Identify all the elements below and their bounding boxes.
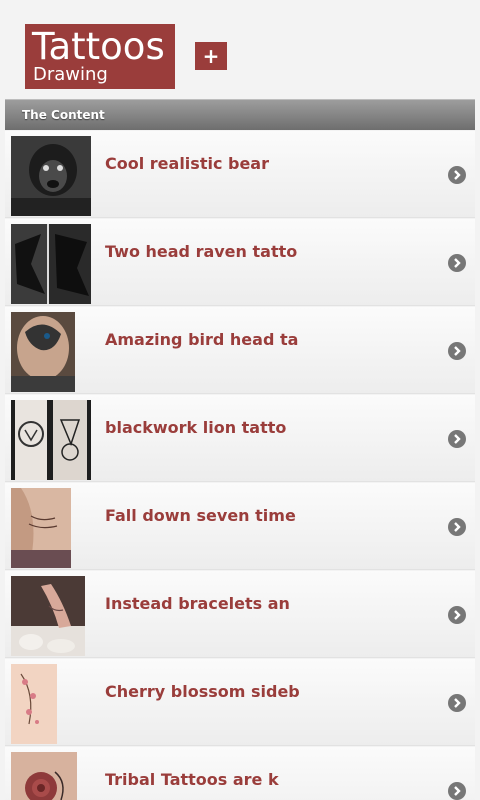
side-script-tattoo-thumbnail [11,488,71,568]
hand-bracelet-tattoo-thumbnail [11,576,85,656]
list-item[interactable]: Two head raven tatto [5,219,475,306]
item-title: Instead bracelets an [105,594,290,613]
chevron-right-circle-icon[interactable] [448,782,466,800]
bear-tattoo-thumbnail [11,136,91,216]
cherry-blossom-tattoo-thumbnail [11,664,57,744]
add-button[interactable]: + [195,42,227,70]
chevron-right-circle-icon[interactable] [448,518,466,536]
list-item[interactable]: Tribal Tattoos are k [5,747,475,800]
list-item[interactable]: Cool realistic bear [5,131,475,218]
lion-tattoo-thumbnail [11,400,91,480]
item-title: Amazing bird head ta [105,330,299,349]
list-item[interactable]: blackwork lion tatto [5,395,475,482]
item-title: Cherry blossom sideb [105,682,300,701]
item-title: Cool realistic bear [105,154,269,173]
rose-tattoo-thumbnail [11,752,77,800]
list-item[interactable]: Cherry blossom sideb [5,659,475,746]
item-title: Tribal Tattoos are k [105,770,279,789]
chevron-right-circle-icon[interactable] [448,694,466,712]
app-logo[interactable]: Tattoos Drawing [25,24,175,89]
section-header: The Content [5,99,475,130]
app-header: Tattoos Drawing + [0,0,480,99]
list-item[interactable]: Instead bracelets an [5,571,475,658]
item-title: Fall down seven time [105,506,296,525]
chevron-right-circle-icon[interactable] [448,606,466,624]
chevron-right-circle-icon[interactable] [448,342,466,360]
chevron-right-circle-icon[interactable] [448,430,466,448]
item-title: Two head raven tatto [105,242,298,261]
chevron-right-circle-icon[interactable] [448,254,466,272]
logo-subtitle: Drawing [33,64,108,85]
section-title: The Content [22,108,105,122]
chevron-right-circle-icon[interactable] [448,166,466,184]
raven-tattoo-thumbnail [11,224,91,304]
list-item[interactable]: Fall down seven time [5,483,475,570]
item-title: blackwork lion tatto [105,418,287,437]
bird-head-tattoo-thumbnail [11,312,75,392]
list-item[interactable]: Amazing bird head ta [5,307,475,394]
